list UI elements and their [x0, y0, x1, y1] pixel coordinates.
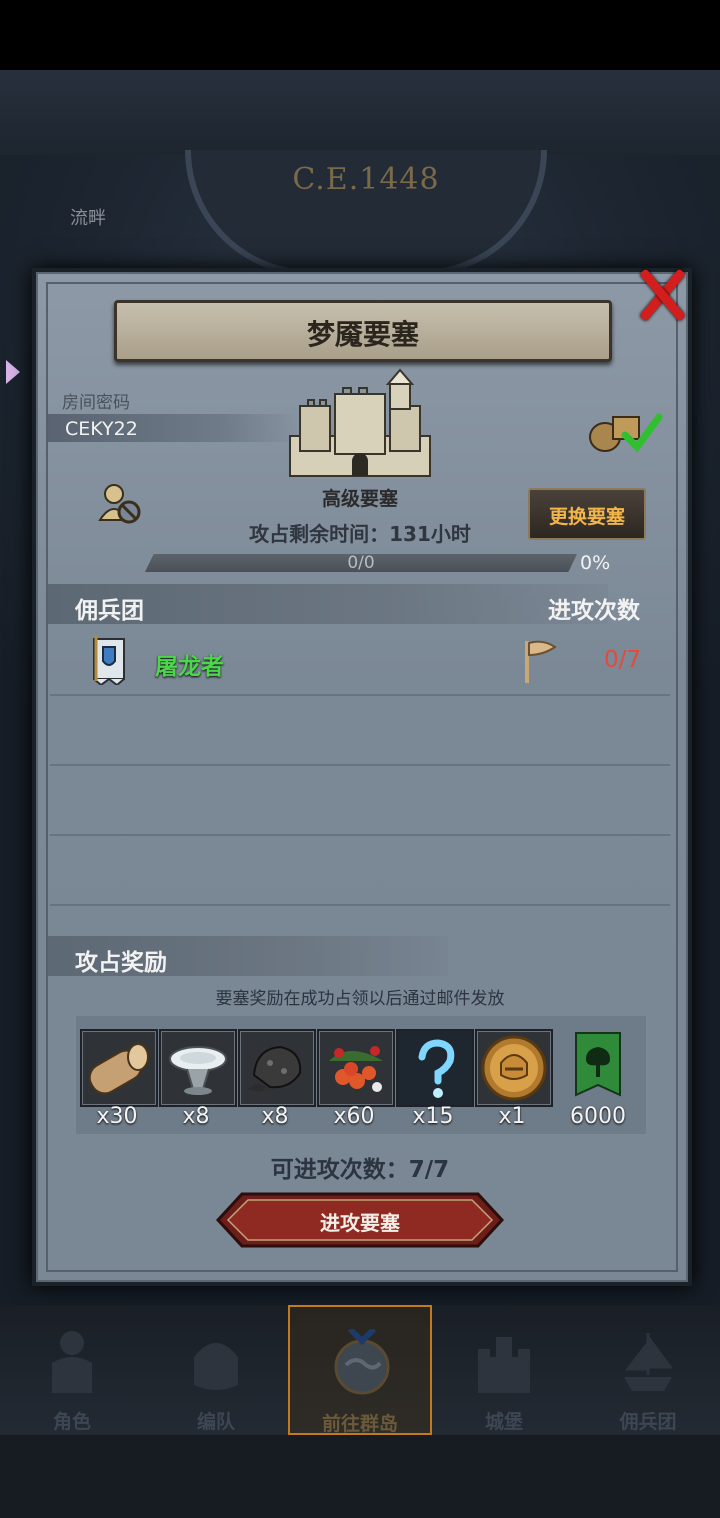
flag-icon — [525, 640, 557, 683]
mercenary-banner-icon — [93, 635, 125, 685]
progress-percent: 0% — [580, 552, 611, 574]
close-button[interactable] — [636, 266, 686, 322]
room-code-label: 房间密码 — [62, 393, 130, 413]
helmet-icon — [194, 1343, 238, 1390]
reward-count: x60 — [333, 1104, 375, 1129]
castle-icon — [478, 1337, 530, 1393]
room-code-value[interactable]: CEKY22 — [65, 418, 138, 440]
attack-fortress-button[interactable]: 进攻要塞 — [216, 1192, 504, 1248]
row-divider — [50, 694, 670, 696]
title-plate: 梦魇要塞 — [114, 300, 612, 362]
reward-item-wood[interactable] — [80, 1029, 158, 1107]
reward-item-helmet-coin[interactable] — [475, 1029, 553, 1107]
knight-icon — [52, 1331, 92, 1393]
time-remaining: 攻占剩余时间：131小时 — [249, 522, 471, 546]
attacks-header: 进攻次数 — [548, 598, 640, 624]
globe-icon — [334, 1329, 390, 1395]
nav-label: 佣兵团 — [619, 1411, 677, 1433]
mercenary-attack-count: 0/7 — [604, 647, 642, 673]
reward-count: x15 — [412, 1104, 454, 1129]
reward-count: x8 — [261, 1104, 289, 1129]
nav-label: 编队 — [196, 1411, 235, 1433]
row-divider — [50, 904, 670, 906]
nav-item-formation[interactable]: 编队 — [144, 1305, 288, 1435]
knight-helmet-coin-icon — [481, 1035, 547, 1101]
reward-item-bowl[interactable] — [159, 1029, 237, 1107]
reward-item-berries[interactable] — [317, 1029, 395, 1107]
progress-text: 0/0 — [347, 553, 375, 573]
rewards-note: 要塞奖励在成功占领以后通过邮件发放 — [215, 989, 505, 1009]
row-divider — [50, 834, 670, 836]
ship-icon — [624, 1333, 673, 1391]
nav-label: 城堡 — [484, 1411, 523, 1433]
nav-item-mercenary[interactable]: 佣兵团 — [576, 1305, 720, 1435]
background-tag: 流畔 — [70, 208, 106, 229]
reward-count: x1 — [498, 1104, 526, 1129]
berries-icon — [329, 1046, 383, 1092]
reward-item-ore[interactable] — [238, 1029, 316, 1107]
rewards-header: 攻占奖励 — [75, 950, 167, 976]
reward-count: x30 — [96, 1104, 138, 1129]
dialog-title: 梦魇要塞 — [306, 318, 419, 351]
nav-item-character[interactable]: 角色 — [0, 1305, 144, 1435]
magic-question-icon — [398, 1031, 472, 1105]
status-bar — [0, 0, 720, 70]
reward-count: 6000 — [570, 1104, 626, 1129]
ore-stone-icon — [248, 1045, 302, 1092]
silver-bowl-icon — [169, 1046, 227, 1095]
wood-log-icon — [88, 1043, 149, 1095]
reward-item-magic[interactable] — [396, 1029, 474, 1107]
attack-fortress-label: 进攻要塞 — [320, 1211, 400, 1235]
row-divider — [50, 764, 670, 766]
mercenary-header: 佣兵团 — [75, 598, 144, 624]
reward-count: x8 — [182, 1104, 210, 1129]
green-tree-banner-icon[interactable] — [572, 1029, 624, 1101]
attacks-available: 可进攻次数：7/7 — [270, 1157, 450, 1183]
era-label: C.E.1448 — [292, 162, 440, 197]
background-header — [0, 70, 720, 155]
nav-label: 前往群岛 — [321, 1413, 398, 1435]
reward-bag-check-icon[interactable] — [585, 405, 665, 455]
nav-item-islands[interactable]: 前往群岛 — [288, 1305, 432, 1435]
mercenary-name[interactable]: 屠龙者 — [155, 647, 224, 681]
nav-item-castle[interactable]: 城堡 — [432, 1305, 576, 1435]
nav-label: 角色 — [52, 1411, 91, 1433]
side-arrow-icon[interactable] — [6, 360, 20, 384]
fortress-castle-icon — [289, 368, 431, 477]
footer-bar — [0, 1435, 720, 1518]
